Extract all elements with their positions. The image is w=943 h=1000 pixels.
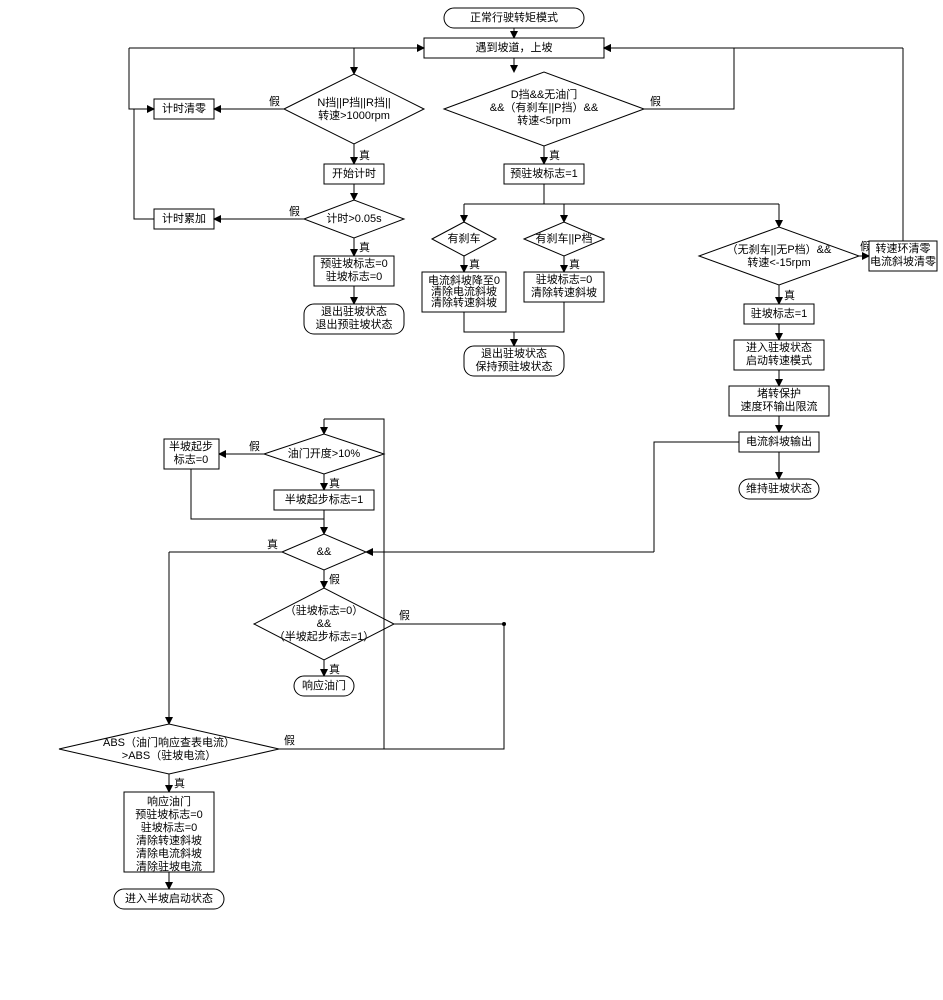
edge-false: 假 xyxy=(329,572,340,586)
process-respond-l4: 清除转速斜坡 xyxy=(136,833,202,847)
process-hold0-l2: 清除转速斜坡 xyxy=(531,285,597,299)
terminal-maintain-hold-label: 维持驻坡状态 xyxy=(746,481,812,495)
terminal-exit-keep-pre-l2: 保持预驻坡状态 xyxy=(476,359,553,373)
process-half-0-l1: 半坡起步 xyxy=(169,439,213,453)
process-half-1-label: 半坡起步标志=1 xyxy=(285,492,364,506)
process-respond-l2: 预驻坡标志=0 xyxy=(135,807,203,821)
edge-false: 假 xyxy=(289,204,300,218)
process-speed-clear-l2: 电流斜坡清零 xyxy=(870,254,936,268)
process-brake-actions-l1: 电流斜坡降至0 xyxy=(428,273,500,287)
terminal-respond-throttle-label: 响应油门 xyxy=(302,678,346,692)
decision-dgear-l3: 转速<5rpm xyxy=(517,113,571,127)
decision-dgear-l1: D挡&&无油门 xyxy=(511,87,578,101)
process-hold0-l1: 驻坡标志=0 xyxy=(536,272,593,286)
terminal-enter-half-hill-label: 进入半坡启动状态 xyxy=(125,891,213,905)
flowchart: 正常行驶转矩模式 遇到坡道，上坡 N挡||P挡||R挡|| 转速>1000rpm… xyxy=(4,4,939,996)
terminal-exit-keep-pre-l1: 退出驻坡状态 xyxy=(481,346,547,360)
decision-throttle-label: 油门开度>10% xyxy=(288,446,361,460)
edge-true: 真 xyxy=(359,240,370,254)
process-speed-clear-l1: 转速环清零 xyxy=(876,241,931,255)
edge-true: 真 xyxy=(174,776,185,790)
process-half-0-l2: 标志=0 xyxy=(174,452,209,466)
process-brake-actions-l3: 清除转速斜坡 xyxy=(431,295,497,309)
process-enter-hold-l2: 启动转速模式 xyxy=(746,353,812,367)
decision-abs-l2: >ABS（驻坡电流） xyxy=(122,748,216,762)
edge-false: 假 xyxy=(650,94,661,108)
edge-true: 真 xyxy=(784,288,795,302)
decision-npr-l1: N挡||P挡||R挡|| xyxy=(317,95,390,109)
process-enter-hold-l1: 进入驻坡状态 xyxy=(746,340,812,354)
edge-false: 假 xyxy=(284,733,295,747)
decision-hold0half1-l2: && xyxy=(317,618,332,630)
process-respond-l6: 清除驻坡电流 xyxy=(136,859,202,873)
decision-brake-label: 有刹车 xyxy=(448,231,481,245)
process-slope-label: 遇到坡道，上坡 xyxy=(476,40,553,54)
edge-true: 真 xyxy=(267,537,278,551)
process-respond-l3: 驻坡标志=0 xyxy=(141,820,198,834)
edge-true: 真 xyxy=(329,476,340,490)
edge-false: 假 xyxy=(399,608,410,622)
decision-hold0half1-l1: （驻坡标志=0） xyxy=(285,603,364,617)
decision-nobrake-l2: 转速<-15rpm xyxy=(747,255,810,269)
process-respond-l1: 响应油门 xyxy=(147,794,191,808)
decision-hold0half1-l3: （半坡起步标志=1） xyxy=(274,629,375,643)
edge-true: 真 xyxy=(569,257,580,271)
edge-true: 真 xyxy=(549,148,560,162)
process-timer-clear-label: 计时清零 xyxy=(162,102,206,115)
process-stall-l2: 速度环输出限流 xyxy=(741,399,818,413)
decision-brake-p-label: 有刹车||P档 xyxy=(535,231,592,245)
edge-true: 真 xyxy=(469,257,480,271)
process-timer-acc-label: 计时累加 xyxy=(162,212,206,225)
process-pre-hold-0-l1: 预驻坡标志=0 xyxy=(320,256,388,270)
process-hold1-label: 驻坡标志=1 xyxy=(751,306,808,320)
decision-timer-label: 计时>0.05s xyxy=(326,212,382,225)
decision-nobrake-l1: （无刹车||无P档）&& xyxy=(727,242,832,256)
decision-dgear-l2: &&（有刹车||P挡）&& xyxy=(490,100,599,114)
terminal-exit-hold-l1: 退出驻坡状态 xyxy=(321,304,387,318)
edge-true: 真 xyxy=(359,148,370,162)
process-current-out-label: 电流斜坡输出 xyxy=(746,434,812,448)
decision-and-label: && xyxy=(317,546,332,558)
process-pre-hold-0-l2: 驻坡标志=0 xyxy=(326,269,383,283)
edge-false: 假 xyxy=(249,439,260,453)
decision-npr-l2: 转速>1000rpm xyxy=(318,108,390,122)
edge-false: 假 xyxy=(269,94,280,108)
process-stall-l1: 堵转保护 xyxy=(757,386,801,400)
process-pre-hold-1-label: 预驻坡标志=1 xyxy=(510,166,578,180)
process-start-timer-label: 开始计时 xyxy=(332,166,376,180)
decision-abs-l1: ABS（油门响应查表电流） xyxy=(103,735,235,749)
terminal-exit-hold-l2: 退出预驻坡状态 xyxy=(316,317,393,331)
process-respond-l5: 清除电流斜坡 xyxy=(136,846,202,860)
process-brake-actions-l2: 清除电流斜坡 xyxy=(431,284,497,298)
edge-true: 真 xyxy=(329,662,340,676)
terminal-start-label: 正常行驶转矩模式 xyxy=(470,10,558,24)
